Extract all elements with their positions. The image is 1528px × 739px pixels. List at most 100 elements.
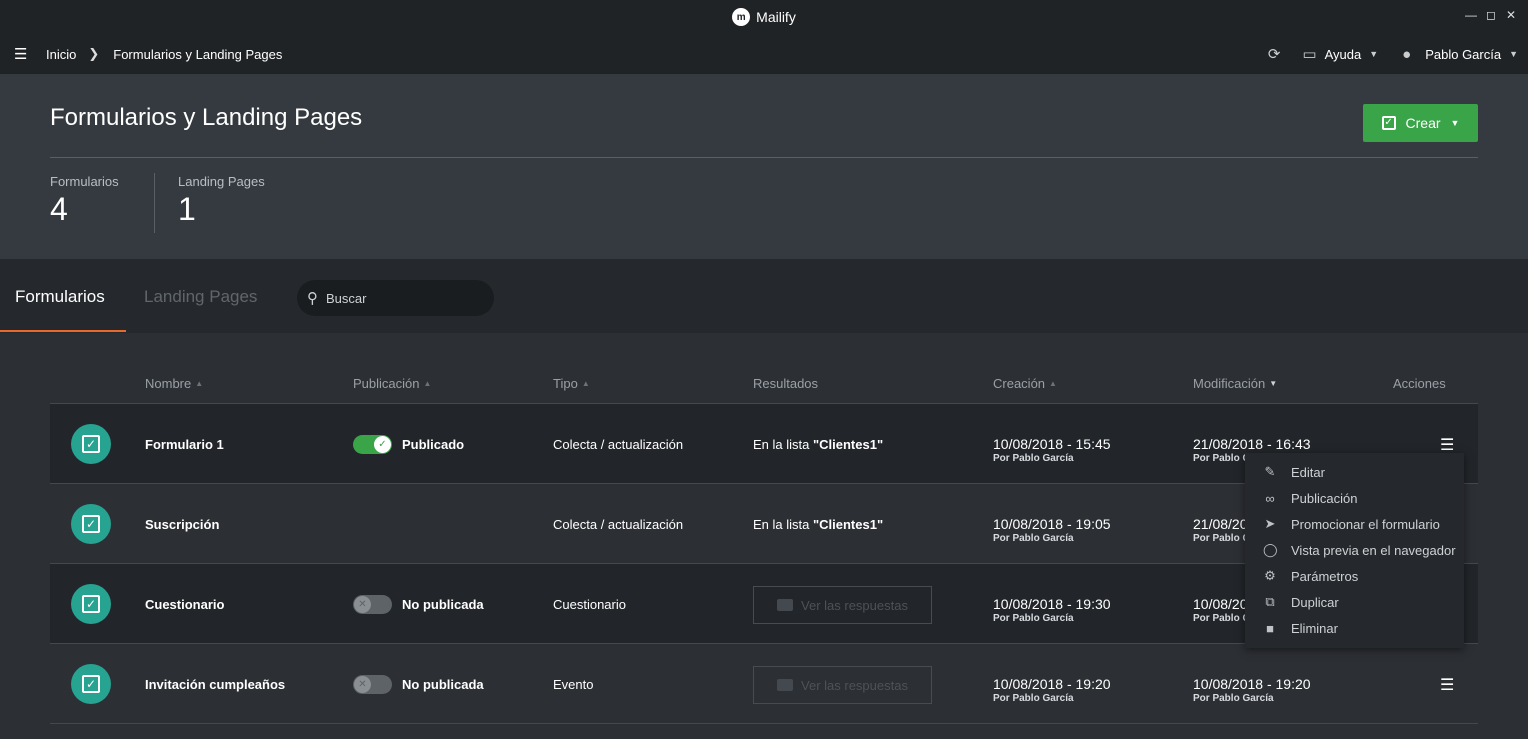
form-icon: ✓ (71, 584, 111, 624)
actions-dropdown: ✎ Editar ∞ Publicación ➤ Promocionar el for… (1245, 453, 1464, 648)
stat-label: Formularios (50, 174, 119, 189)
divider (154, 173, 155, 233)
chevron-right-icon: ❯ (88, 46, 100, 61)
app-title: m Mailify (732, 8, 796, 26)
column-header-modified[interactable]: Modificación ▼ (1193, 376, 1277, 391)
search-icon: ⚲ (307, 290, 318, 307)
window-controls: — ◻ ✕ (1464, 8, 1518, 22)
chevron-down-icon[interactable]: ▼ (1509, 49, 1518, 59)
refresh-icon[interactable]: ⟳ (1268, 45, 1281, 63)
create-button-label: Crear (1405, 115, 1441, 131)
active-tab-indicator (0, 330, 126, 332)
stat-value: 4 (50, 191, 68, 227)
publication-status: ✕ No publicada (353, 589, 484, 619)
check-icon: ✓ (374, 435, 391, 453)
status-label: No publicada (402, 676, 484, 692)
stat-value: 1 (178, 191, 196, 227)
tabs-bar: Formularios Landing Pages ⚲ (0, 259, 1528, 333)
mailify-logo-icon: m (732, 8, 751, 26)
x-icon: ✕ (354, 675, 371, 693)
menu-item-delete[interactable]: ■ Eliminar (1245, 615, 1464, 641)
menu-item-publication[interactable]: ∞ Publicación (1245, 485, 1464, 511)
link-icon: ∞ (1265, 490, 1275, 506)
form-name[interactable]: Cuestionario (145, 597, 224, 612)
trash-icon: ■ (1266, 620, 1274, 636)
view-responses-button[interactable]: Ver las respuestas (753, 586, 932, 624)
column-header-results: Resultados (753, 376, 819, 391)
nav-right: ⟳ ▭ Ayuda ▼ ● Pablo García ▼ (1268, 34, 1518, 74)
publish-toggle[interactable]: ✓ (353, 434, 392, 454)
chevron-down-icon: ▼ (1450, 118, 1460, 128)
form-icon: ✓ (71, 424, 111, 464)
pencil-icon: ✎ (1264, 464, 1276, 479)
results: En la lista "Clientes1" (753, 437, 884, 452)
stat-forms: Formularios 4 (50, 174, 119, 228)
sort-icon: ▲ (581, 379, 590, 388)
column-header-publication[interactable]: Publicación ▲ (353, 376, 431, 391)
maximize-icon[interactable]: ◻ (1484, 8, 1498, 22)
title-bar: m Mailify — ◻ ✕ (0, 0, 1528, 34)
create-button[interactable]: ✓ Crear ▼ (1363, 104, 1478, 142)
created-date: 10/08/2018 - 19:05 Por Pablo García (993, 516, 1111, 544)
search-box[interactable]: ⚲ (297, 280, 494, 316)
actions-menu-icon[interactable]: ☰ (1440, 675, 1454, 695)
sort-desc-icon: ▼ (1269, 379, 1278, 388)
sort-icon: ▲ (195, 379, 204, 388)
form-name[interactable]: Invitación cumpleaños (145, 677, 285, 692)
top-navbar: ☰ Inicio ❯ Formularios y Landing Pages ⟳… (0, 34, 1528, 74)
chat-icon[interactable]: ▭ (1302, 45, 1316, 63)
chevron-down-icon[interactable]: ▼ (1369, 49, 1378, 59)
breadcrumb-home[interactable]: Inicio (46, 47, 76, 62)
menu-item-duplicate[interactable]: ⧉ Duplicar (1245, 589, 1464, 615)
publish-toggle[interactable]: ✕ (353, 594, 392, 614)
checkbox-icon: ✓ (1381, 116, 1396, 130)
column-header-actions: Acciones (1393, 376, 1446, 391)
divider (50, 157, 1478, 158)
created-date: 10/08/2018 - 15:45 Por Pablo García (993, 436, 1111, 464)
comment-icon (777, 599, 794, 611)
view-responses-button[interactable]: Ver las respuestas (753, 666, 932, 704)
table-row[interactable]: ✓ Invitación cumpleaños ✕ No publicada E… (50, 644, 1478, 724)
form-name[interactable]: Suscripción (145, 517, 219, 532)
menu-icon[interactable]: ☰ (14, 45, 32, 63)
menu-item-edit[interactable]: ✎ Editar (1245, 459, 1464, 485)
close-icon[interactable]: ✕ (1504, 8, 1518, 22)
gear-icon: ⚙ (1264, 568, 1276, 583)
user-menu[interactable]: Pablo García (1425, 47, 1501, 62)
column-header-type[interactable]: Tipo ▲ (553, 376, 590, 391)
help-menu[interactable]: Ayuda (1325, 47, 1362, 62)
status-label: Publicado (402, 436, 465, 452)
user-icon[interactable]: ● (1402, 46, 1411, 63)
page-title: Formularios y Landing Pages (50, 104, 363, 131)
column-header-created[interactable]: Creación ▲ (993, 376, 1057, 391)
actions-menu-icon[interactable]: ☰ (1440, 435, 1454, 455)
minimize-icon[interactable]: — (1464, 8, 1478, 22)
send-icon: ➤ (1264, 516, 1276, 531)
form-type: Cuestionario (553, 597, 626, 612)
app-name: Mailify (756, 9, 796, 25)
publish-toggle[interactable]: ✕ (353, 674, 392, 694)
publication-status: ✕ No publicada (353, 669, 484, 699)
stat-label: Landing Pages (178, 174, 265, 189)
status-label: No publicada (402, 596, 484, 612)
copy-icon: ⧉ (1265, 594, 1275, 609)
tab-landing-pages[interactable]: Landing Pages (144, 287, 257, 307)
menu-item-promote[interactable]: ➤ Promocionar el formulario (1245, 511, 1464, 537)
x-icon: ✕ (354, 595, 371, 613)
form-icon: ✓ (71, 664, 111, 704)
comment-icon (777, 679, 794, 691)
column-header-name[interactable]: Nombre ▲ (145, 376, 203, 391)
form-icon: ✓ (71, 504, 111, 544)
created-date: 10/08/2018 - 19:30 Por Pablo García (993, 596, 1111, 624)
search-input[interactable] (326, 290, 476, 306)
menu-item-settings[interactable]: ⚙ Parámetros (1245, 563, 1464, 589)
stat-landing-pages: Landing Pages 1 (178, 174, 265, 228)
form-type: Colecta / actualización (553, 517, 684, 532)
modified-date: 10/08/2018 - 19:20 Por Pablo García (1193, 676, 1311, 704)
breadcrumb-current: Formularios y Landing Pages (113, 46, 283, 62)
menu-item-preview[interactable]: ◯ Vista previa en el navegador (1245, 537, 1464, 563)
form-name[interactable]: Formulario 1 (145, 437, 224, 452)
tab-formularios[interactable]: Formularios (15, 287, 105, 307)
results: En la lista "Clientes1" (753, 517, 884, 532)
created-date: 10/08/2018 - 19:20 Por Pablo García (993, 676, 1111, 704)
